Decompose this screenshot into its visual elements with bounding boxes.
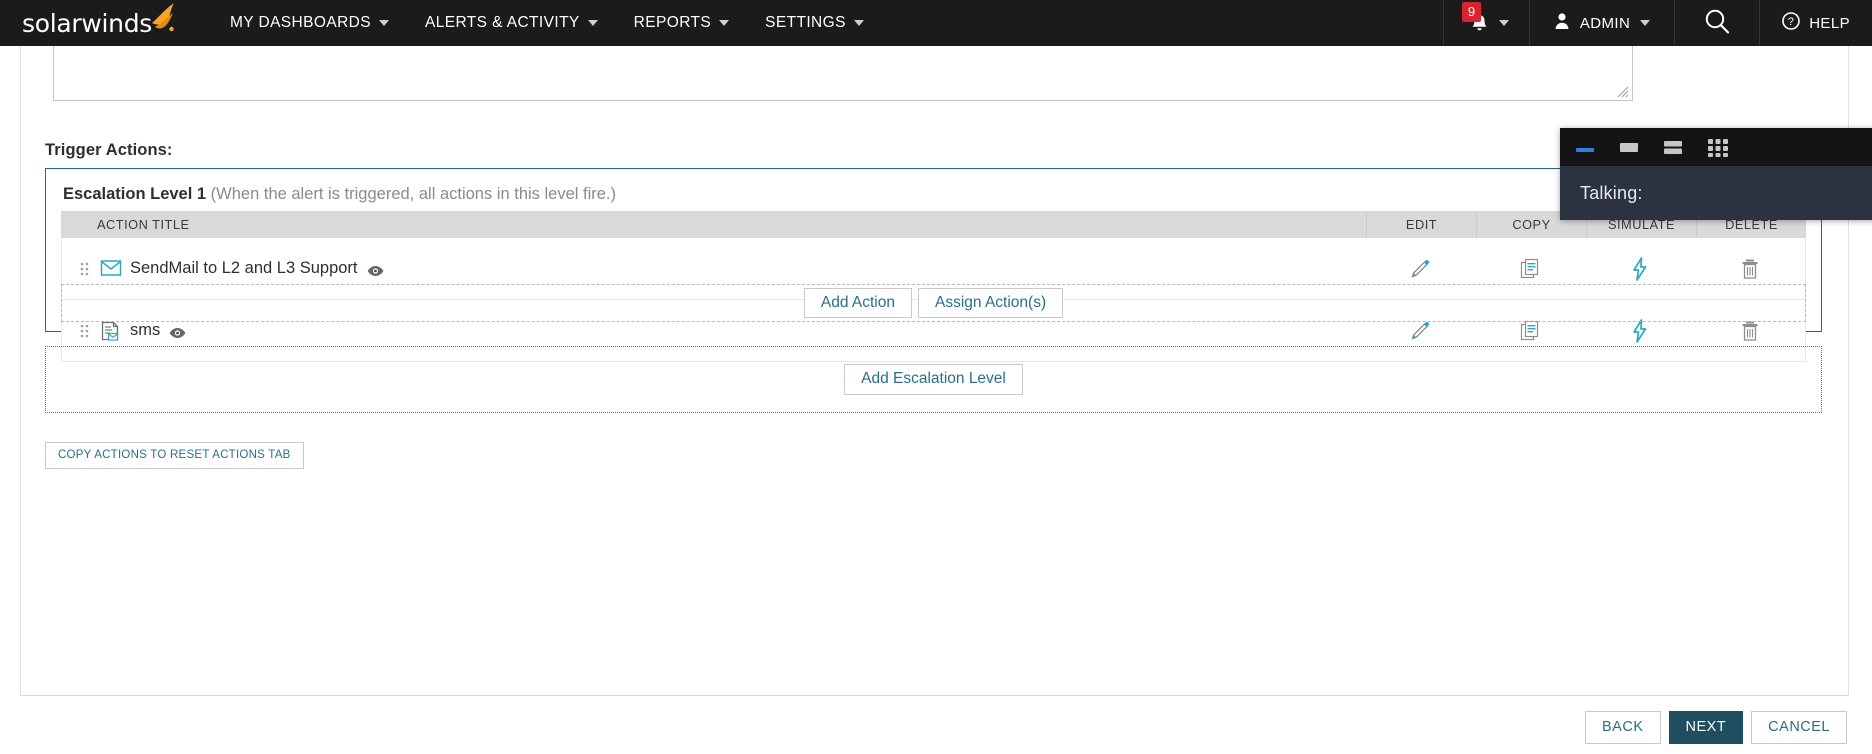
action-title-text: sms: [130, 321, 161, 339]
nav-right-group: 9 ADMIN ? HELP: [1442, 0, 1872, 46]
action-title-text: SendMail to L2 and L3 Support: [130, 259, 358, 277]
add-action-button[interactable]: Add Action: [803, 287, 912, 319]
simulate-action-button[interactable]: [1585, 256, 1695, 281]
solarwinds-flame-logo-icon: [148, 1, 178, 33]
single-pane-icon[interactable]: [1618, 136, 1640, 158]
drag-handle-icon[interactable]: [78, 260, 92, 278]
nav-item-my-dashboards[interactable]: MY DASHBOARDS: [212, 0, 407, 46]
nav-item-settings[interactable]: SETTINGS: [747, 0, 882, 46]
edit-action-button[interactable]: [1365, 258, 1475, 280]
wizard-footer: BACK NEXT CANCEL: [0, 701, 1872, 754]
add-action-strip: Add Action Assign Action(s): [61, 284, 1806, 322]
assign-actions-button[interactable]: Assign Action(s): [917, 287, 1064, 319]
edit-action-button[interactable]: [1365, 320, 1475, 342]
mail-envelope-icon: [100, 259, 122, 279]
script-document-icon: [100, 321, 122, 341]
drag-handle-icon[interactable]: [78, 322, 92, 340]
nav-item-alerts-activity[interactable]: ALERTS & ACTIVITY: [407, 0, 616, 46]
svg-text:?: ?: [1788, 16, 1795, 28]
trigger-actions-label: Trigger Actions:: [45, 141, 173, 159]
panel-layout-toolbar: [1560, 128, 1872, 166]
copy-action-button[interactable]: [1475, 320, 1585, 342]
add-escalation-level-strip: Add Escalation Level: [45, 346, 1822, 413]
solarwinds-logo[interactable]: solarwinds: [22, 3, 178, 38]
nav-item-label: REPORTS: [633, 14, 712, 31]
help-label: HELP: [1809, 14, 1850, 32]
nav-item-label: ALERTS & ACTIVITY: [425, 14, 580, 31]
delete-action-button[interactable]: [1695, 258, 1805, 280]
chevron-down-icon: [1498, 20, 1509, 26]
panel-status-area: Talking:: [1560, 166, 1872, 220]
column-header-action-title: ACTION TITLE: [97, 217, 190, 232]
action-buttons-group: Add Action Assign Action(s): [803, 287, 1064, 319]
cancel-button[interactable]: CANCEL: [1751, 711, 1847, 744]
notifications-button[interactable]: 9: [1444, 0, 1529, 46]
search-icon: [1703, 7, 1731, 40]
top-navigation-bar: solarwinds MY DASHBOARDS ALERTS & ACTIVI…: [0, 0, 1872, 46]
escalation-level-panel: Escalation Level 1 (When the alert is tr…: [45, 168, 1822, 362]
simulate-action-button[interactable]: [1585, 318, 1695, 343]
add-escalation-level-button[interactable]: Add Escalation Level: [844, 364, 1023, 395]
chevron-down-icon: [1640, 20, 1651, 26]
delete-action-button[interactable]: [1695, 320, 1805, 342]
search-button[interactable]: [1675, 0, 1759, 46]
column-header-edit: EDIT: [1366, 211, 1476, 238]
nav-item-label: SETTINGS: [765, 14, 846, 31]
admin-label: ADMIN: [1579, 14, 1631, 32]
chevron-down-icon: [379, 20, 389, 26]
grid-view-icon[interactable]: [1706, 135, 1730, 159]
action-title-cell: SendMail to L2 and L3 Support: [62, 259, 1365, 279]
notification-count-badge: 9: [1461, 2, 1482, 22]
chevron-down-icon: [719, 20, 730, 26]
actions-table-header: ACTION TITLE EDIT COPY SIMULATE DELETE: [61, 211, 1806, 238]
minimize-bar-icon[interactable]: [1574, 136, 1596, 158]
next-button[interactable]: NEXT: [1668, 711, 1744, 744]
eye-icon[interactable]: [367, 263, 384, 276]
escalation-level-note: (When the alert is triggered, all action…: [210, 185, 617, 203]
floating-conference-panel: Talking:: [1560, 128, 1872, 220]
chevron-down-icon: [587, 20, 598, 26]
logo-text: solarwinds: [22, 8, 152, 38]
nav-item-reports[interactable]: REPORTS: [616, 0, 747, 46]
chevron-down-icon: [853, 20, 864, 26]
question-circle-icon: ?: [1782, 12, 1801, 34]
escalation-level-title: Escalation Level 1: [63, 185, 207, 203]
copy-actions-to-reset-tab-button[interactable]: COPY ACTIONS TO RESET ACTIONS TAB: [45, 442, 304, 469]
back-button[interactable]: BACK: [1585, 711, 1661, 744]
split-rows-icon[interactable]: [1662, 136, 1684, 158]
nav-item-label: MY DASHBOARDS: [230, 14, 371, 31]
user-icon: [1554, 12, 1570, 34]
escalation-level-header: Escalation Level 1 (When the alert is tr…: [63, 185, 616, 204]
copy-action-button[interactable]: [1475, 258, 1585, 280]
action-title-cell: sms: [62, 321, 1365, 341]
admin-menu-button[interactable]: ADMIN: [1530, 0, 1674, 46]
eye-icon[interactable]: [169, 325, 186, 338]
help-button[interactable]: ? HELP: [1760, 0, 1872, 46]
talking-status-label: Talking:: [1580, 182, 1643, 203]
